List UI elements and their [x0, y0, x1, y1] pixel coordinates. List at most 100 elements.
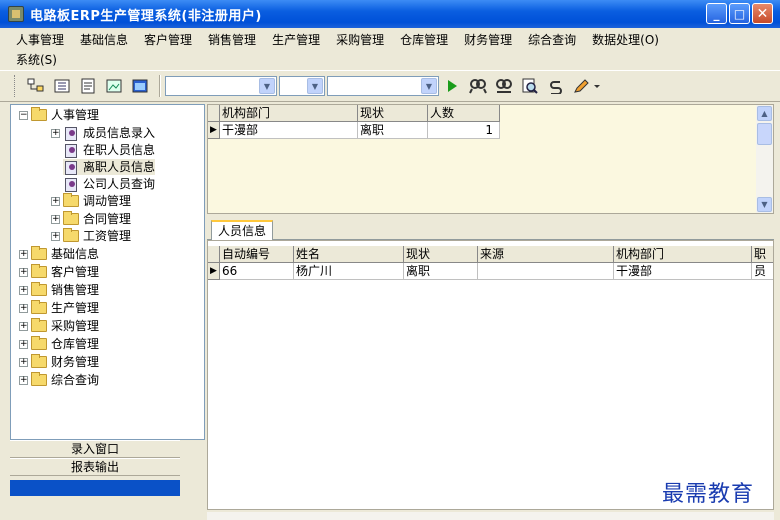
scroll-down-icon[interactable]: ▼ — [757, 197, 772, 212]
menu-purchase[interactable]: 采购管理 — [336, 31, 384, 48]
menu-data-processing[interactable]: 数据处理(O) — [592, 31, 659, 48]
expand-icon[interactable]: + — [51, 214, 60, 224]
tree-node-member-entry[interactable]: + 成员信息录入 — [51, 125, 155, 141]
find-next-icon[interactable] — [493, 75, 515, 97]
menu-query[interactable]: 综合查询 — [528, 31, 576, 48]
menu-sales[interactable]: 销售管理 — [208, 31, 256, 48]
table-cell[interactable]: 离职 — [358, 122, 428, 139]
refresh-icon[interactable] — [545, 75, 567, 97]
menu-warehouse[interactable]: 仓库管理 — [400, 31, 448, 48]
row-pointer-icon[interactable]: ▶ — [208, 263, 220, 280]
tree-node-purchase[interactable]: + 采购管理 — [19, 318, 99, 334]
filter-combo-1[interactable]: ▼ — [165, 76, 277, 96]
summary-grid[interactable]: 机构部门 现状 人数 ▶ 干漫部 离职 1 ▲ ▼ — [207, 104, 774, 214]
filter-combo-3[interactable]: ▼ — [327, 76, 439, 96]
table-cell[interactable]: 1 — [428, 122, 500, 139]
table-cell[interactable]: 66 — [220, 263, 294, 280]
tree-icon[interactable] — [25, 75, 47, 97]
maximize-icon: □ — [733, 6, 746, 21]
tree-node-staff-query[interactable]: 公司人员查询 — [63, 176, 155, 192]
tree-node-warehouse[interactable]: + 仓库管理 — [19, 336, 99, 352]
menu-basic-info[interactable]: 基础信息 — [80, 31, 128, 48]
expand-icon[interactable]: + — [19, 285, 28, 295]
column-header[interactable]: 职 — [752, 246, 773, 263]
column-header[interactable]: 自动编号 — [220, 246, 294, 263]
column-header[interactable]: 姓名 — [294, 246, 404, 263]
menu-production[interactable]: 生产管理 — [272, 31, 320, 48]
tree-node-hr[interactable]: − 人事管理 — [19, 107, 99, 123]
expand-icon[interactable]: + — [51, 231, 60, 241]
expand-icon[interactable]: + — [19, 357, 28, 367]
table-cell[interactable]: 杨广川 — [294, 263, 404, 280]
report-output-button[interactable]: 报表输出 — [10, 458, 180, 476]
title-bar[interactable]: 电路板ERP生产管理系统(非注册用户) _ □ ✕ — [0, 0, 780, 28]
chevron-down-icon[interactable]: ▼ — [421, 78, 437, 94]
menu-hr[interactable]: 人事管理 — [16, 31, 64, 48]
edit-icon[interactable] — [571, 75, 603, 97]
collapse-icon[interactable]: − — [19, 110, 28, 120]
find-icon[interactable] — [467, 75, 489, 97]
row-pointer-icon[interactable]: ▶ — [208, 122, 220, 139]
menu-system[interactable]: 系统(S) — [16, 51, 57, 68]
expand-icon[interactable]: + — [19, 339, 28, 349]
tree-node-production[interactable]: + 生产管理 — [19, 300, 99, 316]
toolbar-grip[interactable] — [14, 75, 17, 97]
preview-icon[interactable] — [519, 75, 541, 97]
table-cell[interactable]: 干漫部 — [220, 122, 358, 139]
maximize-button[interactable]: □ — [729, 3, 750, 24]
form-icon — [63, 143, 79, 158]
column-header[interactable]: 机构部门 — [614, 246, 752, 263]
tree-label: 在职人员信息 — [83, 143, 156, 157]
expand-icon[interactable]: + — [19, 249, 28, 259]
tree-node-transfer[interactable]: + 调动管理 — [51, 193, 131, 209]
picture-icon[interactable] — [103, 75, 125, 97]
minimize-button[interactable]: _ — [706, 3, 727, 24]
expand-icon[interactable]: + — [19, 321, 28, 331]
expand-icon[interactable]: + — [19, 267, 28, 277]
detail-grid[interactable]: 自动编号 姓名 现状 来源 机构部门 职 ▶ 66 杨广川 离职 干漫部 员 — [207, 240, 774, 510]
close-button[interactable]: ✕ — [752, 3, 773, 24]
expand-icon[interactable]: + — [19, 375, 28, 385]
scroll-thumb[interactable] — [757, 123, 772, 145]
tree-node-finance[interactable]: + 财务管理 — [19, 354, 99, 370]
tab-staff-info[interactable]: 人员信息 — [211, 220, 274, 240]
column-header[interactable]: 机构部门 — [220, 105, 358, 122]
tree-node-query[interactable]: + 综合查询 — [19, 372, 99, 388]
column-header[interactable]: 人数 — [428, 105, 500, 122]
chevron-down-icon[interactable]: ▼ — [307, 78, 323, 94]
tree-node-active-staff[interactable]: 在职人员信息 — [63, 142, 155, 158]
vertical-scrollbar[interactable]: ▲ ▼ — [756, 105, 773, 213]
chevron-down-icon[interactable]: ▼ — [259, 78, 275, 94]
doc-icon[interactable] — [77, 75, 99, 97]
expand-icon[interactable]: + — [19, 303, 28, 313]
play-icon[interactable] — [441, 75, 463, 97]
menu-finance[interactable]: 财务管理 — [464, 31, 512, 48]
column-header[interactable]: 来源 — [478, 246, 614, 263]
table-cell[interactable]: 员 — [752, 263, 773, 280]
column-header[interactable]: 现状 — [404, 246, 478, 263]
module-tree[interactable]: − 人事管理 + 成员信息录入 在职人员信息 离职人员信息 公司人员查询 + 调… — [10, 104, 205, 440]
filter-combo-2[interactable]: ▼ — [279, 76, 325, 96]
horizontal-scrollbar[interactable] — [207, 512, 774, 520]
table-cell[interactable]: 离职 — [404, 263, 478, 280]
tree-node-basic-info[interactable]: + 基础信息 — [19, 246, 99, 262]
expand-icon[interactable]: + — [51, 196, 60, 206]
tree-node-payroll[interactable]: + 工资管理 — [51, 228, 131, 244]
table-cell[interactable] — [478, 263, 614, 280]
folder-icon — [31, 282, 47, 296]
list-icon[interactable] — [51, 75, 73, 97]
row-indicator-header — [208, 105, 220, 122]
entry-window-button[interactable]: 录入窗口 — [10, 440, 180, 458]
tree-node-sales[interactable]: + 销售管理 — [19, 282, 99, 298]
tree-node-customer[interactable]: + 客户管理 — [19, 264, 99, 280]
expand-icon[interactable]: + — [51, 128, 60, 138]
scroll-up-icon[interactable]: ▲ — [757, 106, 772, 121]
table-cell[interactable]: 干漫部 — [614, 263, 752, 280]
nav-panel: 录入窗口 报表输出 — [10, 440, 180, 476]
tree-node-resigned-staff[interactable]: 离职人员信息 — [63, 159, 156, 175]
form-icon — [63, 177, 79, 192]
menu-customer[interactable]: 客户管理 — [144, 31, 192, 48]
column-header[interactable]: 现状 — [358, 105, 428, 122]
tree-node-contract[interactable]: + 合同管理 — [51, 211, 131, 227]
window-icon[interactable] — [129, 75, 151, 97]
